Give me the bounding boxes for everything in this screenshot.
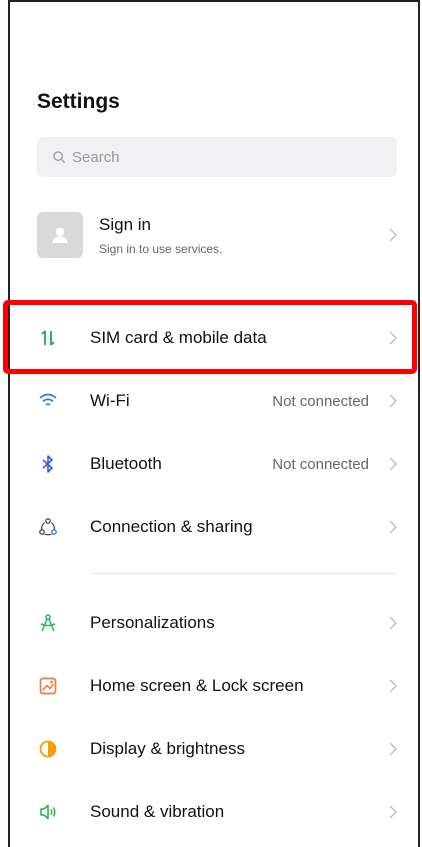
chevron-right-icon: [389, 457, 397, 471]
row-label: Personalizations: [90, 613, 215, 632]
row-label: Sound & vibration: [90, 802, 225, 821]
phone-screen: [8, 0, 420, 847]
personalizations-icon: [37, 612, 59, 634]
sign-in-title: Sign in: [99, 214, 151, 234]
avatar: [37, 212, 83, 258]
chevron-right-icon: [389, 679, 397, 693]
display-brightness-item[interactable]: Display & brightness: [37, 729, 397, 769]
chevron-right-icon: [389, 805, 397, 819]
section-divider: [90, 573, 397, 574]
row-label: Display & brightness: [90, 739, 245, 758]
search-icon: [53, 151, 65, 163]
chevron-right-icon: [389, 520, 397, 534]
connection-sharing-icon: [37, 516, 59, 538]
account-sign-in-row[interactable]: Sign in Sign in to use services.: [37, 208, 397, 262]
highlight-box: [3, 300, 417, 374]
row-label: Connection & sharing: [90, 517, 253, 536]
row-label: Bluetooth: [90, 454, 162, 473]
person-icon: [52, 227, 68, 243]
display-brightness-icon: [37, 738, 59, 760]
wifi-icon: [37, 390, 59, 412]
chevron-right-icon: [389, 616, 397, 630]
sign-in-subtitle: Sign in to use services.: [99, 241, 223, 256]
personalizations-item[interactable]: Personalizations: [37, 603, 397, 643]
wifi-status: Not connected: [272, 392, 369, 410]
connection-sharing-item[interactable]: Connection & sharing: [37, 507, 397, 547]
row-label: Wi-Fi: [90, 391, 130, 410]
home-lock-screen-item[interactable]: Home screen & Lock screen: [37, 666, 397, 706]
wifi-item[interactable]: Wi-Fi Not connected: [37, 381, 397, 421]
chevron-right-icon: [389, 228, 397, 242]
bluetooth-item[interactable]: Bluetooth Not connected: [37, 444, 397, 484]
sound-icon: [37, 801, 59, 823]
chevron-right-icon: [389, 394, 397, 408]
home-screen-icon: [37, 675, 59, 697]
row-label: Home screen & Lock screen: [90, 676, 304, 695]
search-placeholder: Search: [72, 148, 120, 166]
bluetooth-status: Not connected: [272, 455, 369, 473]
sound-vibration-item[interactable]: Sound & vibration: [37, 792, 397, 832]
search-input[interactable]: Search: [37, 137, 397, 177]
chevron-right-icon: [389, 742, 397, 756]
page-title: Settings: [37, 90, 120, 113]
bluetooth-icon: [37, 453, 59, 475]
